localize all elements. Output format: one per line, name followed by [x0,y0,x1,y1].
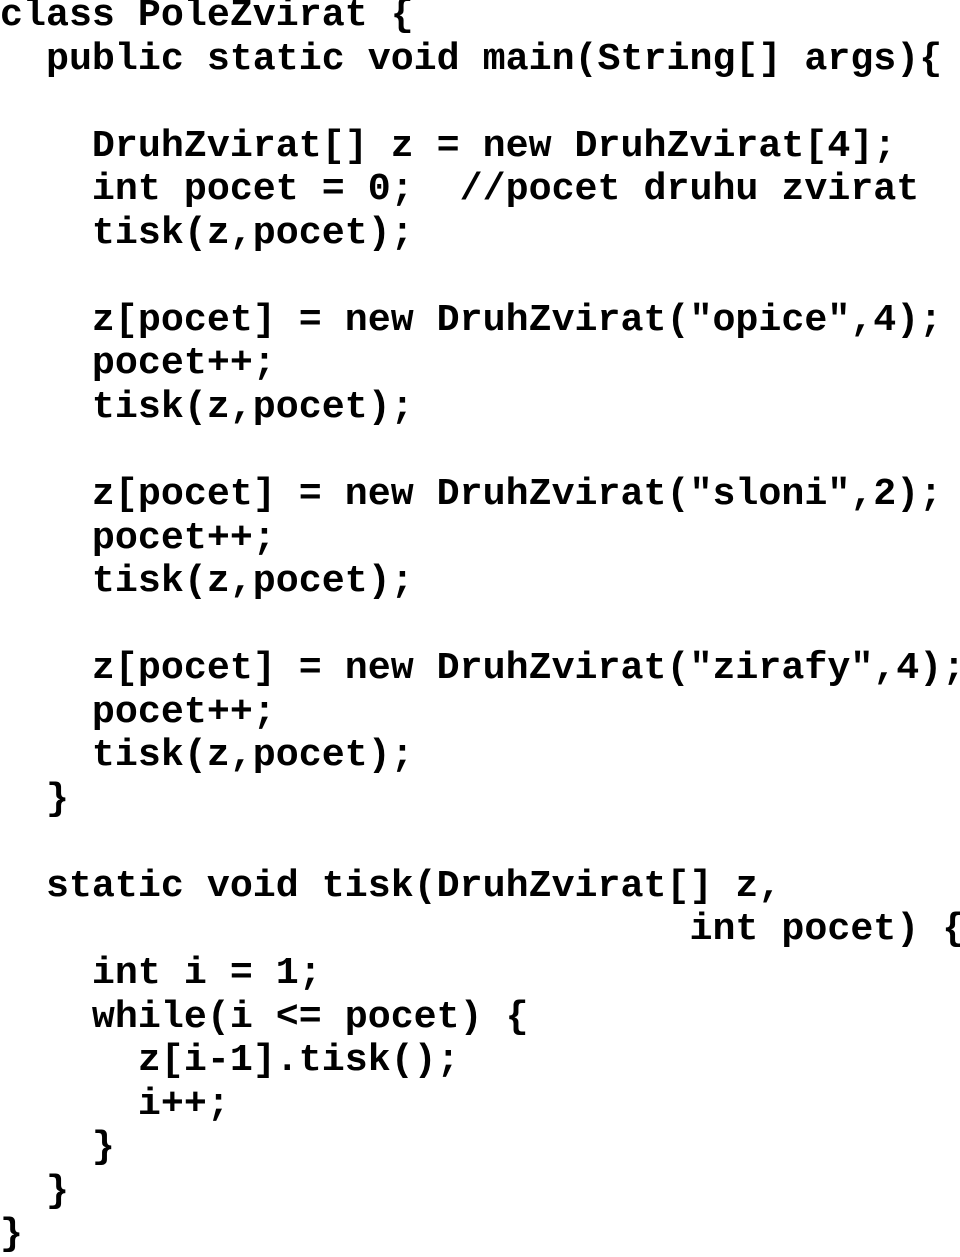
code-line: z[i-1].tisk(); [0,1038,460,1083]
code-line: z[pocet] = new DruhZvirat("sloni",2); [0,472,943,517]
code-line: tisk(z,pocet); [0,559,414,604]
code-line: z[pocet] = new DruhZvirat("opice",4); [0,297,943,342]
code-line: } [0,776,69,821]
code-line: tisk(z,pocet); [0,210,414,255]
code-line: int pocet) { [0,907,960,952]
code-line: pocet++; [0,689,276,734]
code-line: tisk(z,pocet); [0,384,414,429]
code-line: while(i <= pocet) { [0,994,529,1039]
code-line: tisk(z,pocet); [0,733,414,778]
code-line: } [0,1212,23,1257]
code-line: i++; [0,1081,230,1126]
code-line: class PoleZvirat { [0,0,414,37]
code-line: z[pocet] = new DruhZvirat("zirafy",4); [0,646,960,691]
code-listing: class PoleZvirat { public static void ma… [0,0,960,1257]
code-line: static void tisk(DruhZvirat[] z, [0,863,782,908]
code-line: } [0,1125,115,1170]
code-line: DruhZvirat[] z = new DruhZvirat[4]; [0,123,897,168]
code-line: int pocet = 0; //pocet druhu zvirat [0,167,920,212]
code-line: public static void main(String[] args){ [0,36,943,81]
code-line: int i = 1; [0,951,322,996]
code-line: pocet++; [0,515,276,560]
code-line: pocet++; [0,341,276,386]
code-line: } [0,1168,69,1213]
